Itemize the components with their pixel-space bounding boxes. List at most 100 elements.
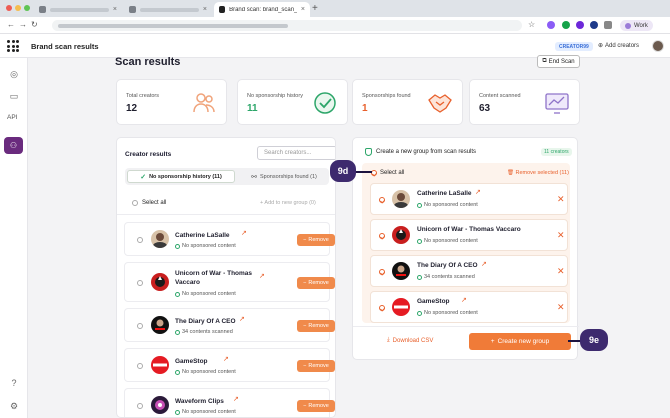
close-tab-icon[interactable]: ×	[203, 6, 207, 13]
status-check-icon	[175, 369, 180, 375]
browser-profile-chip[interactable]: Work	[620, 20, 653, 31]
remove-x-icon[interactable]: ✕	[557, 230, 565, 241]
checkbox[interactable]	[132, 200, 138, 206]
bookmark-star-icon[interactable]: ☆	[528, 20, 535, 29]
row-checkbox-checked[interactable]	[379, 233, 385, 239]
extension-icon[interactable]	[576, 21, 584, 29]
tab-label: Sponsorships found (1)	[260, 173, 317, 180]
external-link-icon[interactable]: ↗	[233, 395, 239, 403]
remove-button[interactable]: − Remove	[297, 320, 335, 332]
back-arrow-icon[interactable]: ←	[7, 20, 15, 29]
help-icon[interactable]: ?	[7, 376, 21, 390]
external-link-icon[interactable]: ↗	[259, 272, 265, 280]
creator-status: No sponsored content	[175, 369, 236, 375]
select-all-label: Select all	[142, 200, 167, 206]
browser-tab[interactable]: ×	[34, 2, 122, 17]
app-logo[interactable]	[7, 40, 19, 52]
remove-button[interactable]: − Remove	[297, 234, 335, 246]
tab-title-redacted	[139, 7, 199, 12]
create-group-title-text: Create a new group from scan results	[376, 149, 477, 155]
remove-button[interactable]: − Remove	[297, 360, 335, 372]
creator-status: No sponsored content	[175, 291, 236, 297]
creator-results-panel: Creator results Search creators... ✓ No …	[116, 137, 336, 418]
creator-count-badge: 11 creators	[541, 148, 572, 156]
forward-arrow-icon[interactable]: →	[19, 20, 27, 29]
browser-tab[interactable]: ×	[124, 2, 212, 17]
brand-scan-icon[interactable]: ⚇	[4, 137, 23, 154]
select-all-checkbox[interactable]: Select all	[132, 200, 166, 206]
creator-status-text: No sponsored content	[182, 243, 236, 249]
external-link-icon[interactable]: ↗	[481, 260, 487, 268]
minimize-window-icon[interactable]	[15, 5, 21, 11]
status-check-icon	[417, 238, 422, 244]
page-title: Scan results	[115, 56, 181, 68]
download-csv-button[interactable]: ⤓ Download CSV	[387, 337, 433, 344]
creator-row: GameStop ↗ No sponsored content − Remove	[124, 348, 335, 382]
creator-status-text: No sponsored content	[424, 202, 478, 208]
extensions-puzzle-icon[interactable]	[604, 21, 612, 29]
settings-gear-icon[interactable]: ⚙	[7, 399, 21, 413]
user-avatar[interactable]	[652, 40, 664, 52]
creator-avatar	[151, 356, 169, 374]
sidebar-item-api[interactable]: API	[7, 114, 17, 121]
trash-icon: 🗑	[507, 170, 514, 176]
external-link-icon[interactable]: ↗	[475, 188, 481, 196]
remove-x-icon[interactable]: ✕	[557, 266, 565, 277]
status-check-icon	[175, 291, 180, 297]
creator-name: The Diary Of A CEO	[175, 318, 236, 325]
create-new-group-button[interactable]: + Create new group	[469, 333, 571, 350]
stat-card-content-scanned: Content scanned 63	[469, 79, 580, 125]
remove-selected-button[interactable]: 🗑 Remove selected (11)	[507, 170, 569, 176]
extension-icon[interactable]	[590, 21, 598, 29]
creator-name: GameStop	[175, 358, 208, 365]
row-checkbox[interactable]	[137, 363, 143, 369]
remove-x-icon[interactable]: ✕	[557, 302, 565, 313]
extension-icon[interactable]	[547, 21, 555, 29]
remove-selected-label: Remove selected (11)	[515, 170, 569, 176]
tab-label: No sponsorship history (11)	[149, 173, 222, 180]
external-link-icon[interactable]: ↗	[223, 355, 229, 363]
folder-icon[interactable]: ▭	[7, 89, 21, 103]
creator-status-text: No sponsored content	[182, 291, 236, 297]
creator-avatar	[151, 230, 169, 248]
row-checkbox-checked[interactable]	[379, 305, 385, 311]
stat-value: 63	[479, 103, 491, 114]
remove-button[interactable]: − Remove	[297, 277, 335, 289]
row-checkbox[interactable]	[137, 237, 143, 243]
close-tab-icon[interactable]: ×	[301, 6, 305, 13]
row-checkbox-checked[interactable]	[379, 197, 385, 203]
globe-icon[interactable]: ◎	[7, 67, 21, 81]
group-select-all[interactable]: Select all	[371, 170, 404, 176]
creator-status-text: No sponsored content	[182, 369, 236, 375]
search-creators-input[interactable]: Search creators...	[257, 146, 335, 160]
maximize-window-icon[interactable]	[24, 5, 30, 11]
close-window-icon[interactable]	[6, 5, 12, 11]
add-to-new-group-button[interactable]: + Add to new group (0)	[260, 200, 316, 206]
external-link-icon[interactable]: ↗	[239, 315, 245, 323]
row-checkbox[interactable]	[137, 280, 143, 286]
stat-card-total-creators: Total creators 12	[116, 79, 227, 125]
close-tab-icon[interactable]: ×	[113, 6, 117, 13]
new-tab-icon[interactable]: +	[312, 3, 318, 14]
row-checkbox[interactable]	[137, 323, 143, 329]
group-creator-row: The Diary Of A CEO ↗ 34 contents scanned…	[370, 255, 568, 287]
creator-row: Catherine LaSalle ↗ No sponsored content…	[124, 222, 335, 256]
remove-x-icon[interactable]: ✕	[557, 194, 565, 205]
row-checkbox[interactable]	[137, 403, 143, 409]
reload-icon[interactable]: ↻	[31, 20, 38, 29]
external-link-icon[interactable]: ↗	[461, 296, 467, 304]
row-checkbox-checked[interactable]	[379, 269, 385, 275]
creator-name: Catherine LaSalle	[175, 232, 230, 239]
tab-sponsorships-found[interactable]: ⚯ Sponsorships found (1)	[239, 170, 329, 183]
remove-button[interactable]: − Remove	[297, 400, 335, 412]
browser-tab-active[interactable]: Brand scan: brand_scan_te... ×	[214, 2, 310, 17]
tab-no-sponsorship-history[interactable]: ✓ No sponsorship history (11)	[127, 170, 235, 183]
creator-status-text: No sponsored content	[424, 310, 478, 316]
creator-avatar	[392, 262, 410, 280]
end-scan-button[interactable]: ⧉ End Scan	[537, 55, 580, 68]
creator-row: Waveform Clips ↗ No sponsored content − …	[124, 388, 335, 417]
url-field[interactable]	[52, 20, 522, 31]
add-creators-button[interactable]: ⊕ Add creators	[598, 42, 639, 50]
external-link-icon[interactable]: ↗	[241, 229, 247, 237]
extension-icon[interactable]	[562, 21, 570, 29]
